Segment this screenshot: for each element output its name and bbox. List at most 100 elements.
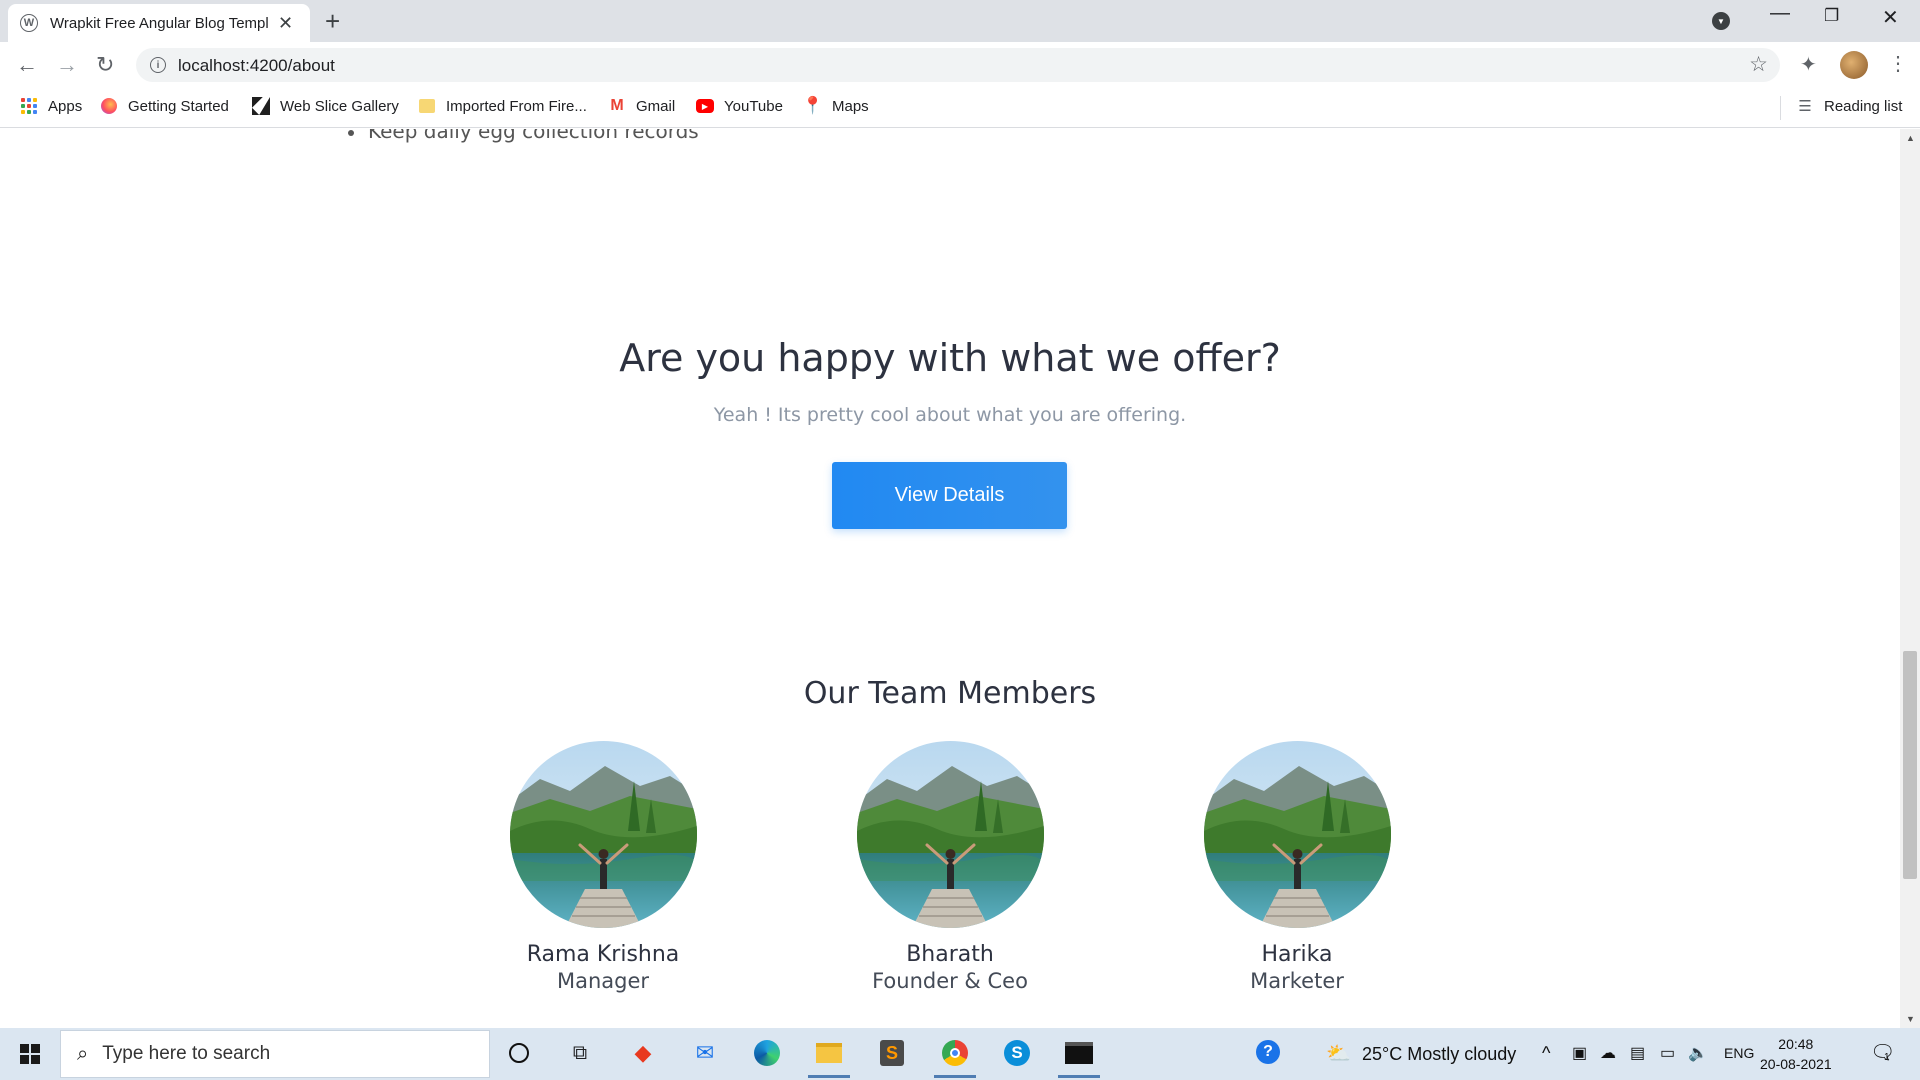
windows-start-icon[interactable] [20,1044,40,1064]
firefox-icon [100,97,118,115]
system-clock[interactable]: 20:48 20-08-2021 [1760,1034,1832,1074]
bookmark-label: Gmail [636,97,676,115]
bookmark-getting-started[interactable]: Getting Started [100,97,229,115]
team-member-name: Rama Krishna [526,942,680,967]
bookmark-youtube[interactable]: ▶ YouTube [696,97,783,115]
team-member-card: Rama Krishna Manager [453,741,753,993]
meet-now-icon[interactable]: ▣ [1572,1043,1587,1063]
weather-text[interactable]: 25°C Mostly cloudy [1362,1044,1516,1065]
bookmark-imported-folder[interactable]: Imported From Fire... [418,97,587,115]
cta-heading: Are you happy with what we offer? [619,336,1281,380]
sublime-text-icon[interactable]: S [875,1036,909,1070]
youtube-icon: ▶ [696,97,714,115]
bookmark-label: Imported From Fire... [446,97,587,115]
team-member-role: Marketer [1250,969,1344,993]
reading-list-button[interactable]: ☰ Reading list [1796,97,1903,116]
team-member-photo [857,741,1044,928]
team-member-name: Harika [1261,942,1333,967]
scroll-down-arrow-icon[interactable]: ▼ [1906,1014,1915,1024]
app-diamond-icon[interactable]: ◆ [626,1036,660,1070]
page-viewport: Keep daily egg collection records Are yo… [0,129,1900,1028]
team-member-photo [1204,741,1391,928]
web-slice-icon [252,97,270,115]
tab-strip: W Wrapkit Free Angular Blog Templ ✕ + ▼ … [0,0,1920,42]
team-member-role: Founder & Ceo [872,969,1028,993]
bookmark-star-icon[interactable]: ☆ [1749,52,1768,77]
chrome-icon[interactable] [934,1036,976,1078]
help-icon[interactable]: ? [1256,1040,1280,1064]
browser-tab[interactable]: W Wrapkit Free Angular Blog Templ ✕ [8,4,310,42]
list-item-text: Keep daily egg collection records [368,129,699,143]
skype-icon[interactable]: S [1000,1036,1034,1070]
scroll-up-arrow-icon[interactable]: ▲ [1906,133,1915,143]
maps-pin-icon: 📍 [802,96,824,115]
bookmarks-bar: Apps Getting Started Web Slice Gallery I… [0,88,1920,128]
bookmark-label: YouTube [724,97,783,115]
minimize-icon[interactable]: — [1770,2,1790,25]
window-close-icon[interactable]: ✕ [1882,5,1899,30]
clock-time: 20:48 [1778,1036,1814,1052]
search-icon: ⌕ [77,1042,89,1065]
tab-title: Wrapkit Free Angular Blog Templ [50,14,268,32]
bookmark-label: Web Slice Gallery [280,97,399,115]
bookmark-label: Apps [48,97,83,115]
reload-icon[interactable]: ↻ [96,52,114,78]
close-icon[interactable]: ✕ [278,13,293,34]
notification-center-icon[interactable]: 🗨 [1870,1040,1895,1065]
edge-icon[interactable] [750,1036,784,1070]
view-details-button[interactable]: View Details [832,462,1067,529]
restore-icon[interactable]: ❐ [1824,6,1839,26]
scrollbar-thumb[interactable] [1903,651,1917,879]
search-placeholder: Type here to search [102,1043,271,1064]
folder-icon [418,97,436,115]
team-member-role: Manager [556,969,650,993]
apps-grid-icon [20,97,38,115]
forward-arrow-icon[interactable]: → [56,52,78,78]
new-tab-plus-icon[interactable]: + [325,6,340,37]
bookmark-gmail[interactable]: M Gmail [608,97,675,115]
tab-search-chevron-icon[interactable]: ▼ [1712,12,1730,30]
team-member-photo [510,741,697,928]
show-hidden-icons-chevron-icon[interactable]: ^ [1542,1043,1550,1064]
clock-date: 20-08-2021 [1760,1056,1832,1072]
site-info-icon[interactable]: i [150,57,166,73]
windows-taskbar: ⌕ Type here to search ⧉ ◆ ✉ S S ? ⛅ 25°C… [0,1028,1920,1080]
wordpress-favicon-icon: W [20,14,38,32]
list-item: Keep daily egg collection records [348,129,699,143]
cta-subheading: Yeah ! Its pretty cool about what you ar… [713,404,1187,426]
cortana-icon[interactable] [502,1036,536,1070]
weather-cloud-icon[interactable]: ⛅ [1326,1041,1351,1066]
battery-icon[interactable]: ▭ [1660,1043,1675,1063]
onedrive-cloud-icon[interactable]: ☁ [1600,1043,1616,1063]
language-indicator[interactable]: ENG [1724,1045,1754,1061]
team-member-name: Bharath [906,942,994,967]
back-arrow-icon[interactable]: ← [16,52,38,78]
display-icon[interactable]: ▤ [1630,1043,1645,1063]
terminal-icon[interactable] [1058,1036,1100,1078]
reading-list-label: Reading list [1824,97,1903,115]
task-view-icon[interactable]: ⧉ [563,1036,597,1070]
team-heading: Our Team Members [803,676,1097,711]
profile-avatar-icon[interactable] [1840,51,1868,79]
extensions-puzzle-icon[interactable]: ✦ [1800,52,1817,77]
bookmark-web-slice-gallery[interactable]: Web Slice Gallery [252,97,399,115]
team-member-card: Harika Marketer [1147,741,1447,993]
bookmarks-divider [1780,96,1781,120]
bookmark-label: Maps [832,97,869,115]
volume-icon[interactable]: 🔈 [1688,1043,1708,1063]
team-member-card: Bharath Founder & Ceo [800,741,1100,993]
bookmark-maps[interactable]: 📍 Maps [802,96,869,115]
mail-icon[interactable]: ✉ [688,1036,722,1070]
file-explorer-icon[interactable] [808,1036,850,1078]
url-text[interactable]: localhost:4200/about [178,56,335,76]
taskbar-search-input[interactable]: ⌕ Type here to search [60,1030,490,1078]
bookmark-label: Getting Started [128,97,229,115]
reading-list-icon: ☰ [1798,98,1812,115]
address-bar[interactable]: i localhost:4200/about ☆ [136,48,1780,82]
bullet [348,129,354,136]
vertical-scrollbar[interactable]: ▲ ▼ [1900,129,1920,1028]
gmail-icon: M [610,97,624,114]
notification-count-badge: 1 [1884,1052,1890,1063]
kebab-menu-icon[interactable]: ⋮ [1888,51,1908,76]
bookmark-apps[interactable]: Apps [20,97,82,115]
